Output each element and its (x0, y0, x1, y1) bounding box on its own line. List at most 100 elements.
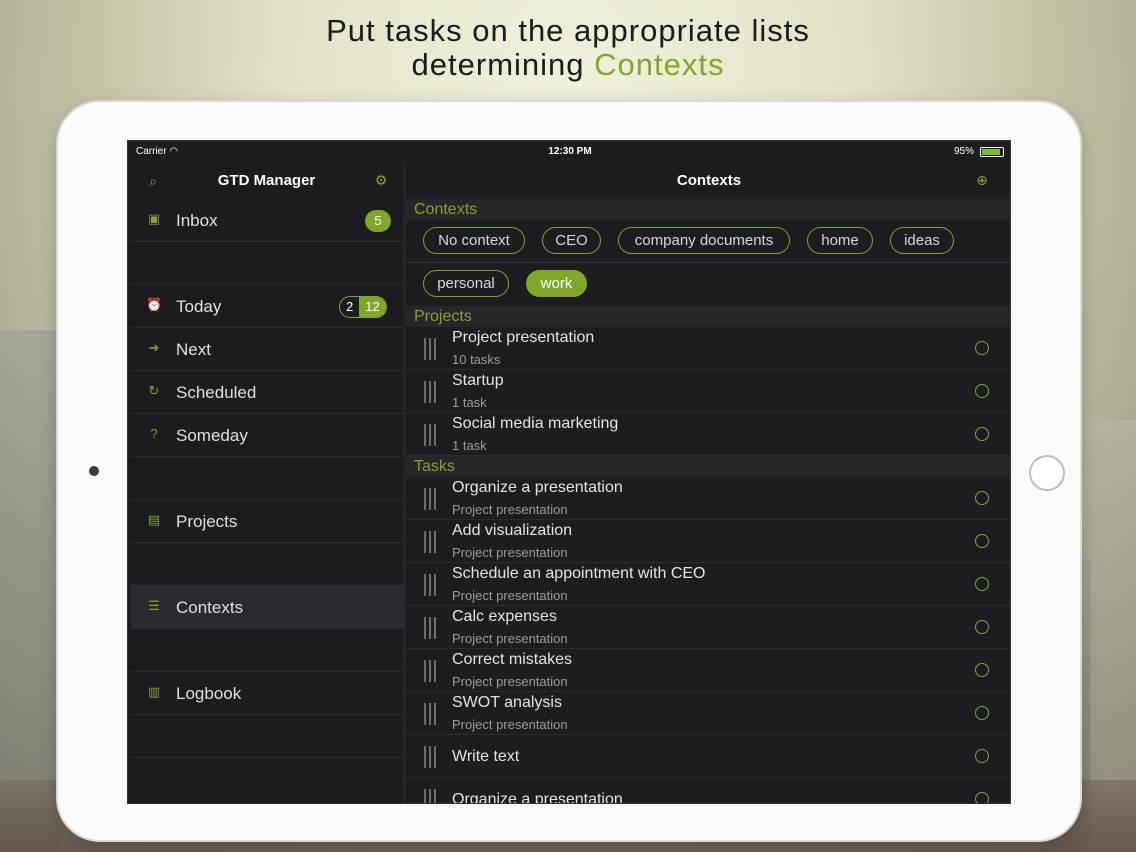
complete-checkbox[interactable] (975, 341, 989, 355)
inbox-icon: ▣ (147, 211, 161, 226)
battery-percent: 95% (953, 146, 974, 157)
task-title: SWOT analysis (452, 694, 562, 711)
complete-checkbox[interactable] (975, 620, 989, 634)
arrow-circle-icon: ➔ (148, 340, 160, 355)
context-chip[interactable]: ideas (890, 227, 954, 254)
drag-handle-icon[interactable] (424, 424, 436, 446)
context-chip[interactable]: No context (423, 227, 525, 254)
projects-icon: ▤ (147, 512, 161, 527)
project-row[interactable]: Startup 1 task (406, 370, 1010, 413)
sidebar-item-scheduled[interactable]: ↻ Scheduled (131, 371, 405, 414)
page-title: Contexts (676, 172, 742, 189)
context-chip[interactable]: personal (423, 270, 509, 297)
sidebar-item-contexts[interactable]: ☰ Contexts (131, 586, 405, 629)
drag-handle-icon[interactable] (424, 574, 436, 596)
complete-checkbox[interactable] (975, 577, 989, 591)
complete-checkbox[interactable] (975, 427, 989, 441)
camera-dot (89, 466, 99, 476)
drag-handle-icon[interactable] (424, 381, 436, 403)
app-screen: Carrier ◠ 12:30 PM 95% ⌕ GTD Manager ⚙ ▣… (127, 140, 1011, 804)
sidebar-item-next[interactable]: ➔ Next (131, 328, 405, 371)
gear-icon[interactable]: ⚙ (372, 171, 390, 189)
alarm-icon: ⏰ (146, 297, 163, 312)
task-title: Organize a presentation (452, 791, 623, 804)
task-row[interactable]: Calc expenses Project presentation (406, 606, 1010, 649)
project-task-count: 1 task (452, 438, 487, 453)
background-building (0, 330, 60, 852)
task-title: Organize a presentation (452, 479, 623, 496)
sidebar-item-label: Projects (176, 512, 238, 531)
task-project: Project presentation (452, 717, 568, 732)
sidebar-header: ⌕ GTD Manager ⚙ (128, 163, 405, 199)
task-row[interactable]: Organize a presentation Project presenta… (406, 477, 1010, 520)
task-row[interactable]: Schedule an appointment with CEO Project… (406, 563, 1010, 606)
task-title: Add visualization (452, 522, 573, 539)
complete-checkbox[interactable] (975, 384, 989, 398)
drag-handle-icon[interactable] (424, 488, 436, 510)
drag-handle-icon[interactable] (424, 703, 436, 725)
question-box-icon: ? (150, 426, 158, 441)
sidebar-item-label: Someday (176, 426, 248, 445)
today-count-badge: 2 12 (339, 296, 387, 318)
drag-handle-icon[interactable] (424, 617, 436, 639)
task-row[interactable]: Add visualization Project presentation (406, 520, 1010, 563)
task-row[interactable]: Write text (406, 735, 1010, 778)
headline-prefix: determining (411, 47, 595, 82)
sidebar-item-label: Logbook (176, 684, 242, 703)
repeat-icon: ↻ (148, 383, 160, 398)
task-row[interactable]: Organize a presentation (406, 778, 1010, 804)
app-title: GTD Manager (217, 172, 316, 189)
divider (406, 262, 1010, 263)
sidebar: ⌕ GTD Manager ⚙ ▣ Inbox 5 ⏰ Today 2 12 ➔… (128, 163, 405, 803)
context-chip[interactable]: home (807, 227, 873, 254)
sidebar-item-projects[interactable]: ▤ Projects (131, 500, 405, 543)
sidebar-spacer (131, 543, 405, 586)
drag-handle-icon[interactable] (424, 746, 436, 768)
sidebar-item-today[interactable]: ⏰ Today 2 12 (131, 285, 405, 328)
complete-checkbox[interactable] (975, 534, 989, 548)
project-row[interactable]: Project presentation 10 tasks (406, 327, 1010, 370)
sidebar-item-label: Inbox (176, 211, 218, 230)
complete-checkbox[interactable] (975, 706, 989, 720)
context-chip[interactable]: CEO (542, 227, 601, 254)
complete-checkbox[interactable] (975, 663, 989, 677)
sidebar-item-label: Today (176, 297, 222, 316)
project-title: Social media marketing (452, 415, 619, 432)
add-icon[interactable]: ⊕ (973, 171, 991, 189)
task-project: Project presentation (452, 502, 568, 517)
inbox-count-badge: 5 (365, 210, 391, 232)
task-title: Correct mistakes (452, 651, 573, 668)
sidebar-item-inbox[interactable]: ▣ Inbox 5 (131, 199, 405, 242)
complete-checkbox[interactable] (975, 491, 989, 505)
promo-headline: Put tasks on the appropriate lists deter… (0, 14, 1136, 82)
complete-checkbox[interactable] (975, 792, 989, 803)
sidebar-item-logbook[interactable]: ▥ Logbook (131, 672, 405, 715)
drag-handle-icon[interactable] (424, 660, 436, 682)
today-total-count: 12 (359, 297, 386, 317)
contexts-section-header: Contexts (406, 199, 1010, 220)
drag-handle-icon[interactable] (424, 338, 436, 360)
main-header: Contexts ⊕ (406, 163, 1010, 199)
task-title: Schedule an appointment with CEO (452, 565, 706, 582)
task-project: Project presentation (452, 631, 568, 646)
home-button[interactable] (1029, 455, 1065, 491)
task-row[interactable]: Correct mistakes Project presentation (406, 649, 1010, 692)
task-row[interactable]: SWOT analysis Project presentation (406, 692, 1010, 735)
headline-accent: Contexts (594, 47, 725, 82)
context-chip-selected[interactable]: work (526, 270, 587, 297)
drag-handle-icon[interactable] (424, 789, 436, 803)
project-row[interactable]: Social media marketing 1 task (406, 413, 1010, 456)
headline-line-1: Put tasks on the appropriate lists (326, 13, 810, 48)
project-title: Startup (452, 372, 504, 389)
sidebar-spacer (131, 629, 405, 672)
context-chip[interactable]: company documents (618, 227, 790, 254)
drag-handle-icon[interactable] (424, 531, 436, 553)
project-title: Project presentation (452, 329, 595, 346)
task-project: Project presentation (452, 545, 568, 560)
task-title: Write text (452, 748, 520, 765)
sidebar-item-label: Contexts (176, 598, 244, 617)
sidebar-item-someday[interactable]: ? Someday (131, 414, 405, 457)
projects-section-header: Projects (406, 306, 1010, 327)
sidebar-item-label: Next (176, 340, 211, 359)
complete-checkbox[interactable] (975, 749, 989, 763)
